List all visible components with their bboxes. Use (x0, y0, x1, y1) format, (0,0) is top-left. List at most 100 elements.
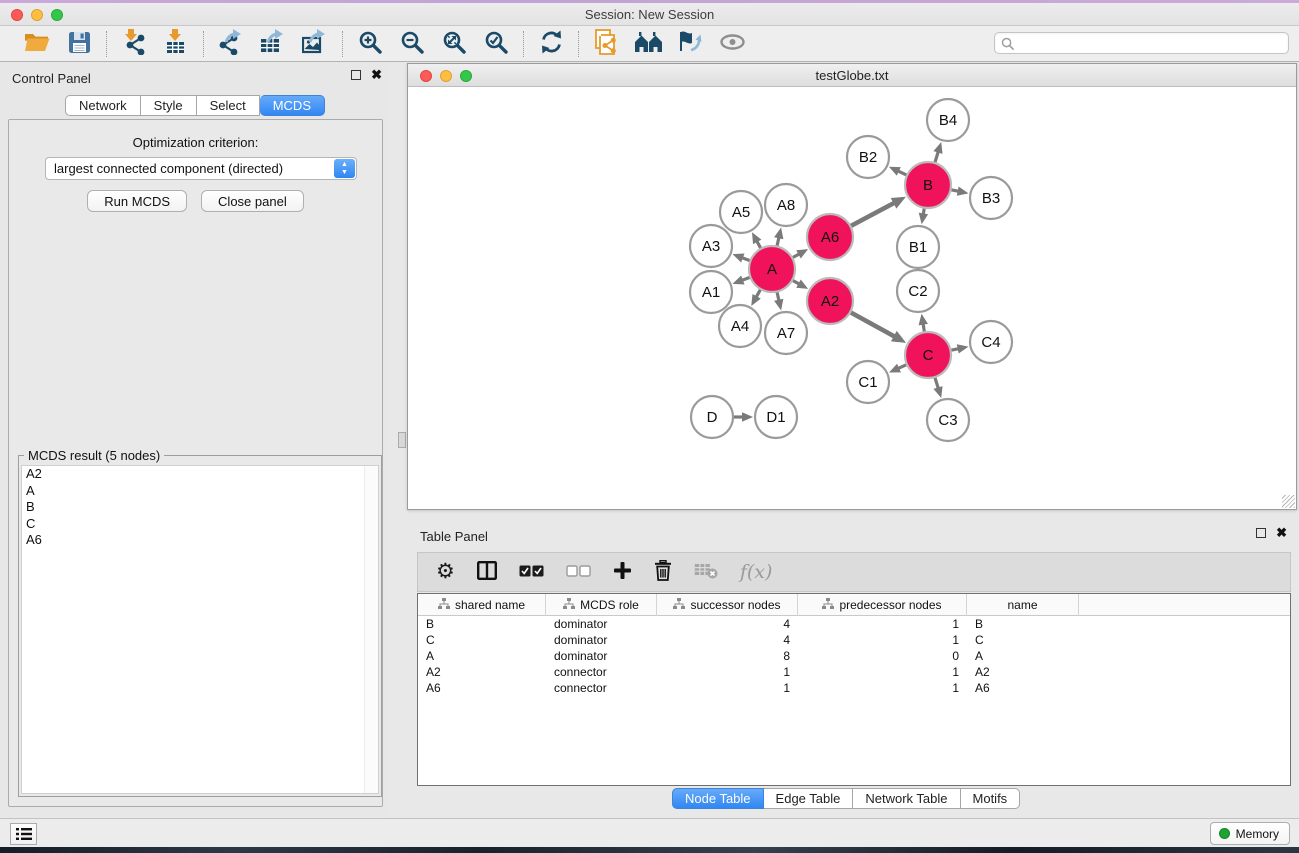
run-mcds-button[interactable]: Run MCDS (87, 190, 187, 212)
mcds-result-item[interactable]: C (22, 516, 378, 533)
memory-button[interactable]: Memory (1210, 822, 1290, 845)
import-network-button[interactable] (117, 29, 151, 59)
network-canvas[interactable]: A5A8A3AA1A4A7A6A2B2B4BB3B1C2CC4C1C3DD1 (408, 87, 1296, 509)
node-table[interactable]: shared nameMCDS rolesuccessor nodesprede… (417, 593, 1291, 786)
tab-network-table[interactable]: Network Table (853, 788, 960, 809)
cell-successor-nodes[interactable]: 8 (657, 648, 798, 664)
cell-shared-name[interactable]: B (418, 616, 546, 632)
task-history-button[interactable] (10, 823, 37, 845)
zoom-selected-button[interactable] (479, 29, 513, 59)
network-graph[interactable]: A5A8A3AA1A4A7A6A2B2B4BB3B1C2CC4C1C3DD1 (408, 87, 1296, 509)
cell-MCDS-role[interactable]: dominator (546, 632, 657, 648)
cell-successor-nodes[interactable]: 1 (657, 664, 798, 680)
zoom-out-button[interactable] (395, 29, 429, 59)
table-options-button[interactable]: ⚙ (436, 562, 455, 582)
export-table-button[interactable] (256, 29, 290, 59)
cell-name[interactable]: A2 (967, 664, 1079, 680)
table-toolbar: ⚙f(x) (417, 552, 1291, 592)
column-header-MCDS-role[interactable]: MCDS role (546, 594, 657, 616)
tab-motifs[interactable]: Motifs (961, 788, 1021, 809)
edge-arrowhead (933, 386, 942, 398)
show-all-button[interactable] (715, 29, 749, 59)
delete-table-disabled-button (694, 562, 718, 582)
search-box[interactable] (994, 32, 1289, 54)
zoom-in-button[interactable] (353, 29, 387, 59)
mcds-result-item[interactable]: A6 (22, 532, 378, 549)
cell-predecessor-nodes[interactable]: 1 (798, 680, 967, 696)
delete-column-button[interactable] (654, 560, 672, 584)
column-header-shared-name[interactable]: shared name (418, 594, 546, 616)
export-network-button[interactable] (214, 29, 248, 59)
select-all-check-button[interactable] (519, 565, 544, 580)
mcds-result-list[interactable]: A2ABCA6 (21, 465, 379, 794)
table-row[interactable]: A2connector11A2 (418, 664, 1290, 680)
add-column-button[interactable] (613, 561, 632, 583)
float-table-panel-icon[interactable] (1256, 528, 1266, 538)
cell-MCDS-role[interactable]: dominator (546, 616, 657, 632)
export-image-button[interactable] (298, 29, 332, 59)
cell-shared-name[interactable]: A (418, 648, 546, 664)
new-network-button[interactable] (589, 29, 623, 59)
open-file-button[interactable] (20, 29, 54, 59)
cell-MCDS-role[interactable]: connector (546, 680, 657, 696)
window-resize-grip[interactable] (1282, 495, 1295, 508)
save-session-button[interactable] (62, 29, 96, 59)
criterion-dropdown[interactable]: largest connected component (directed) ▲… (45, 157, 357, 180)
table-row[interactable]: Cdominator41C (418, 632, 1290, 648)
first-neighbors-button[interactable] (631, 29, 665, 59)
table-panel: Table Panel ✖ ⚙f(x) shared nameMCDS role… (405, 520, 1299, 818)
deselect-all-button[interactable] (566, 565, 591, 580)
tab-node-table[interactable]: Node Table (672, 788, 764, 809)
mcds-result-item[interactable]: B (22, 499, 378, 516)
close-panel-icon[interactable]: ✖ (371, 70, 382, 80)
cell-name[interactable]: B (967, 616, 1079, 632)
close-panel-button[interactable]: Close panel (201, 190, 304, 212)
zoom-fit-button[interactable] (437, 29, 471, 59)
mcds-result-item[interactable]: A2 (22, 466, 378, 483)
cell-name[interactable]: A6 (967, 680, 1079, 696)
cell-name[interactable]: C (967, 632, 1079, 648)
import-table-button[interactable] (159, 29, 193, 59)
cell-name[interactable]: A (967, 648, 1079, 664)
tab-edge-table[interactable]: Edge Table (764, 788, 854, 809)
cell-predecessor-nodes[interactable]: 1 (798, 632, 967, 648)
cell-MCDS-role[interactable]: connector (546, 664, 657, 680)
tab-network[interactable]: Network (65, 95, 141, 116)
table-row[interactable]: Bdominator41B (418, 616, 1290, 632)
column-header-successor-nodes[interactable]: successor nodes (657, 594, 798, 616)
column-header-predecessor-nodes[interactable]: predecessor nodes (798, 594, 967, 616)
cell-predecessor-nodes[interactable]: 1 (798, 664, 967, 680)
edge-A6-B[interactable] (850, 202, 896, 226)
mcds-result-item[interactable]: A (22, 483, 378, 500)
cell-successor-nodes[interactable]: 1 (657, 680, 798, 696)
cell-shared-name[interactable]: A6 (418, 680, 546, 696)
refresh-view-button[interactable] (534, 29, 568, 59)
cell-successor-nodes[interactable]: 4 (657, 632, 798, 648)
node-label-B: B (923, 177, 933, 194)
mcds-list-scrollbar[interactable] (364, 466, 378, 793)
memory-status-icon (1219, 828, 1230, 839)
tab-mcds[interactable]: MCDS (260, 95, 325, 116)
cell-shared-name[interactable]: C (418, 632, 546, 648)
float-panel-icon[interactable] (351, 70, 361, 80)
hide-selected-button[interactable] (673, 29, 707, 59)
edge-A2-C[interactable] (850, 312, 896, 338)
cell-predecessor-nodes[interactable]: 0 (798, 648, 967, 664)
cell-predecessor-nodes[interactable]: 1 (798, 616, 967, 632)
table-row[interactable]: Adominator80A (418, 648, 1290, 664)
table-row[interactable]: A6connector11A6 (418, 680, 1290, 696)
column-header-name[interactable]: name (967, 594, 1079, 616)
cell-shared-name[interactable]: A2 (418, 664, 546, 680)
search-input[interactable] (1014, 34, 1288, 52)
node-label-B2: B2 (859, 149, 877, 166)
panel-splitter-handle[interactable] (398, 432, 406, 448)
cell-MCDS-role[interactable]: dominator (546, 648, 657, 664)
tab-style[interactable]: Style (141, 95, 197, 116)
hide-selected-icon (677, 30, 703, 57)
tab-select[interactable]: Select (197, 95, 260, 116)
edge-arrowhead (733, 276, 745, 285)
table-panel-header: Table Panel ✖ (405, 520, 1299, 550)
close-table-panel-icon[interactable]: ✖ (1276, 528, 1287, 538)
column-chooser-button[interactable] (477, 561, 497, 583)
cell-successor-nodes[interactable]: 4 (657, 616, 798, 632)
